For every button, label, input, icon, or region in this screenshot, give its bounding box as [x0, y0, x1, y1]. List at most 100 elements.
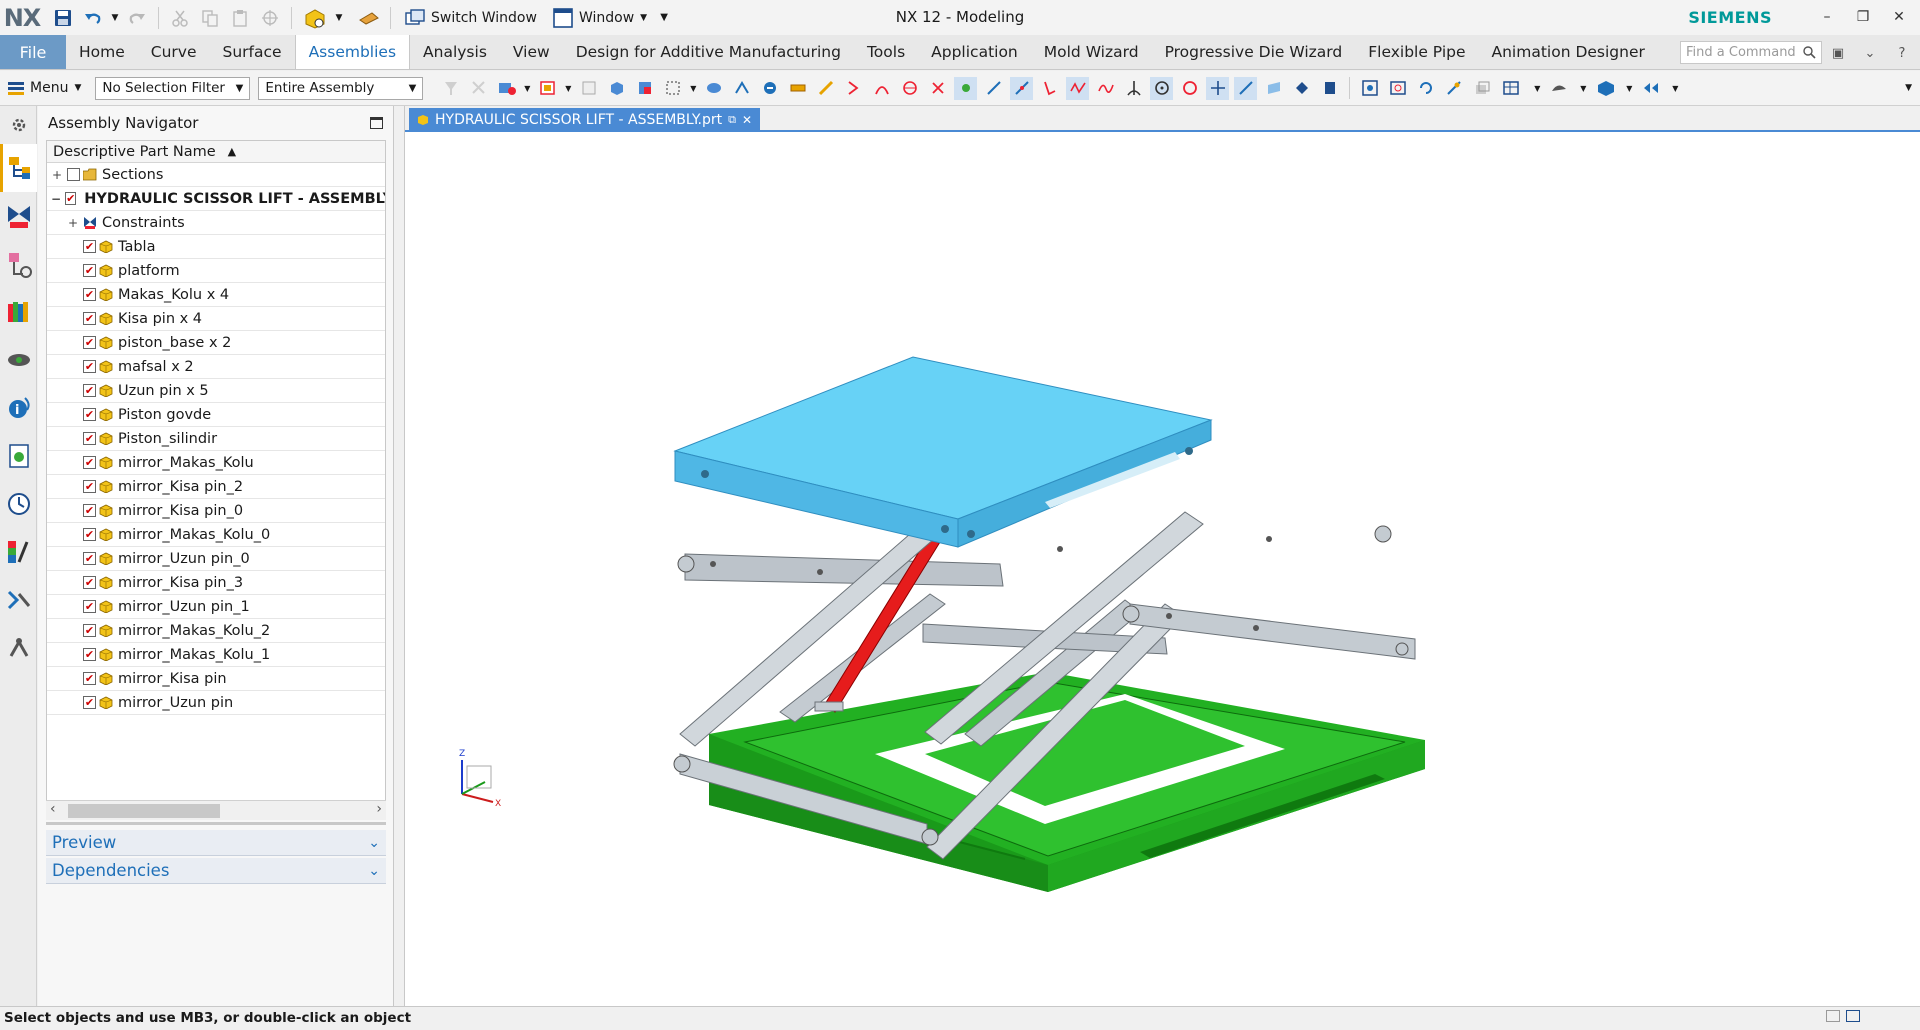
tree-row-part[interactable]: Kisa pin x 4 [47, 307, 385, 331]
fit-view-icon[interactable] [1358, 77, 1381, 100]
checkbox[interactable] [83, 576, 96, 589]
checkbox[interactable] [83, 264, 96, 277]
selection-settings-icon[interactable] [1638, 77, 1666, 100]
expand-icon[interactable]: + [51, 168, 63, 182]
model-view[interactable]: Z X [405, 134, 1920, 1006]
deselect-icon[interactable] [467, 77, 490, 100]
find-command-input[interactable]: Find a Command [1680, 41, 1822, 64]
rectangle-select-dropdown-icon[interactable]: ▼ [689, 77, 697, 100]
resource-bar-settings-icon[interactable] [0, 106, 37, 144]
tree-row-part[interactable]: Makas_Kolu x 4 [47, 283, 385, 307]
tree-row-part[interactable]: piston_base x 2 [47, 331, 385, 355]
checkbox[interactable] [65, 192, 77, 205]
tab-options-icon[interactable]: ⧉ [728, 113, 736, 127]
maximize-panel-icon[interactable] [370, 117, 383, 129]
tab-mold-wizard[interactable]: Mold Wizard [1031, 35, 1152, 69]
tree-row-part[interactable]: Piston_silindir [47, 427, 385, 451]
tree-row-part[interactable]: mirror_Uzun pin_0 [47, 547, 385, 571]
tab-curve[interactable]: Curve [138, 35, 210, 69]
snap-quadrant-icon[interactable] [898, 77, 921, 100]
rectangle-select-icon[interactable] [661, 77, 684, 100]
tree-row-part[interactable]: mirror_Kisa pin_2 [47, 475, 385, 499]
repeat-command-icon[interactable] [257, 5, 283, 31]
snap-point-on-face-icon[interactable] [1234, 76, 1258, 100]
snap-bounded-icon[interactable] [1290, 77, 1313, 100]
tree-row-assembly[interactable]: − HYDRAULIC SCISSOR LIFT - ASSEMBLY ... [47, 187, 385, 211]
snap-line-icon[interactable] [982, 77, 1005, 100]
edge-display-dropdown-icon[interactable]: ▼ [1579, 77, 1587, 100]
selection-scope-select[interactable]: Entire Assembly ▼ [258, 76, 424, 100]
checkbox[interactable] [83, 696, 96, 709]
expand-icon[interactable]: + [67, 216, 79, 230]
select-body-icon[interactable] [536, 77, 559, 100]
snap-pole-icon[interactable] [1318, 77, 1341, 100]
part-navigator-icon[interactable] [0, 240, 37, 288]
tree-row-part[interactable]: mirror_Uzun pin [47, 691, 385, 715]
snap-intersection-icon[interactable] [1066, 76, 1090, 100]
tab-progressive-die-wizard[interactable]: Progressive Die Wizard [1152, 35, 1356, 69]
status-grid-icon[interactable] [1826, 1010, 1840, 1022]
checkbox[interactable] [83, 528, 96, 541]
document-tab[interactable]: HYDRAULIC SCISSOR LIFT - ASSEMBLY.prt ⧉ … [409, 108, 761, 132]
flow-feature-icon[interactable] [758, 77, 781, 100]
roles-icon[interactable] [0, 624, 37, 672]
checkbox[interactable] [83, 312, 96, 325]
measure-icon[interactable] [814, 77, 837, 100]
snap-arc-icon[interactable] [870, 77, 893, 100]
tab-animation-designer[interactable]: Animation Designer [1479, 35, 1658, 69]
tab-surface[interactable]: Surface [210, 35, 295, 69]
snap-point-on-curve-icon[interactable] [1206, 76, 1230, 100]
tree-row-constraints[interactable]: + Constraints [47, 211, 385, 235]
work-layer-dropdown-icon[interactable]: ▼ [1625, 77, 1633, 100]
snap-face-icon[interactable] [1262, 77, 1285, 100]
snap-control-point-icon[interactable] [1038, 77, 1061, 100]
window-menu-button[interactable]: Window ▼ [547, 4, 653, 32]
collapse-icon[interactable]: − [51, 192, 61, 206]
rendering-style-icon[interactable] [1498, 77, 1528, 100]
scroll-left-icon[interactable]: ‹ [50, 801, 56, 817]
snap-grid-icon[interactable] [954, 76, 978, 100]
tree-row-part[interactable]: platform [47, 259, 385, 283]
ruler-icon[interactable] [786, 77, 809, 100]
checkbox[interactable] [83, 648, 96, 661]
snap-curve-icon[interactable] [1094, 77, 1117, 100]
checkbox[interactable] [83, 240, 96, 253]
switch-window-button[interactable]: Switch Window [399, 4, 543, 32]
assembly-load-dropdown-icon[interactable]: ▼ [334, 5, 344, 31]
paste-icon[interactable] [227, 5, 253, 31]
file-tab[interactable]: File [0, 35, 66, 69]
tab-design-for-additive-manufacturing[interactable]: Design for Additive Manufacturing [563, 35, 854, 69]
ribbon-display-icon[interactable]: ▣ [1828, 43, 1848, 63]
checkbox[interactable] [83, 432, 96, 445]
history-icon[interactable] [0, 480, 37, 528]
checkbox[interactable] [83, 336, 96, 349]
select-body-dropdown-icon[interactable]: ▼ [564, 77, 572, 100]
checkbox[interactable] [83, 480, 96, 493]
snap-tangent-icon[interactable] [1122, 77, 1145, 100]
graphics-window[interactable]: HYDRAULIC SCISSOR LIFT - ASSEMBLY.prt ⧉ … [404, 106, 1920, 1006]
tree-row-part[interactable]: Tabla [47, 235, 385, 259]
checkbox[interactable] [83, 624, 96, 637]
snap-existing-point-icon[interactable] [926, 77, 949, 100]
show-hide-icon[interactable] [702, 77, 725, 100]
checkbox[interactable] [83, 360, 96, 373]
checkbox[interactable] [83, 288, 96, 301]
tab-analysis[interactable]: Analysis [410, 35, 500, 69]
horizontal-scrollbar[interactable]: ‹ › [46, 800, 386, 820]
tree-row-part[interactable]: Uzun pin x 5 [47, 379, 385, 403]
checkbox[interactable] [67, 168, 80, 181]
restore-icon[interactable]: ❐ [1850, 5, 1876, 29]
dependencies-section[interactable]: Dependencies ⌄ [46, 858, 386, 884]
select-feature-dropdown-icon[interactable]: ▼ [523, 77, 531, 100]
column-header-part-name[interactable]: Descriptive Part Name ▲ [47, 141, 385, 163]
checkbox[interactable] [83, 672, 96, 685]
undo-icon[interactable] [80, 5, 106, 31]
snap-center-icon[interactable] [1150, 76, 1174, 100]
top-table[interactable] [673, 356, 1213, 548]
scrollbar-thumb[interactable] [68, 804, 220, 818]
redo-icon[interactable] [124, 5, 150, 31]
checkbox[interactable] [83, 504, 96, 517]
cut-icon[interactable] [167, 5, 193, 31]
snap-circle-icon[interactable] [1178, 77, 1201, 100]
assembly-load-icon[interactable] [300, 5, 330, 31]
